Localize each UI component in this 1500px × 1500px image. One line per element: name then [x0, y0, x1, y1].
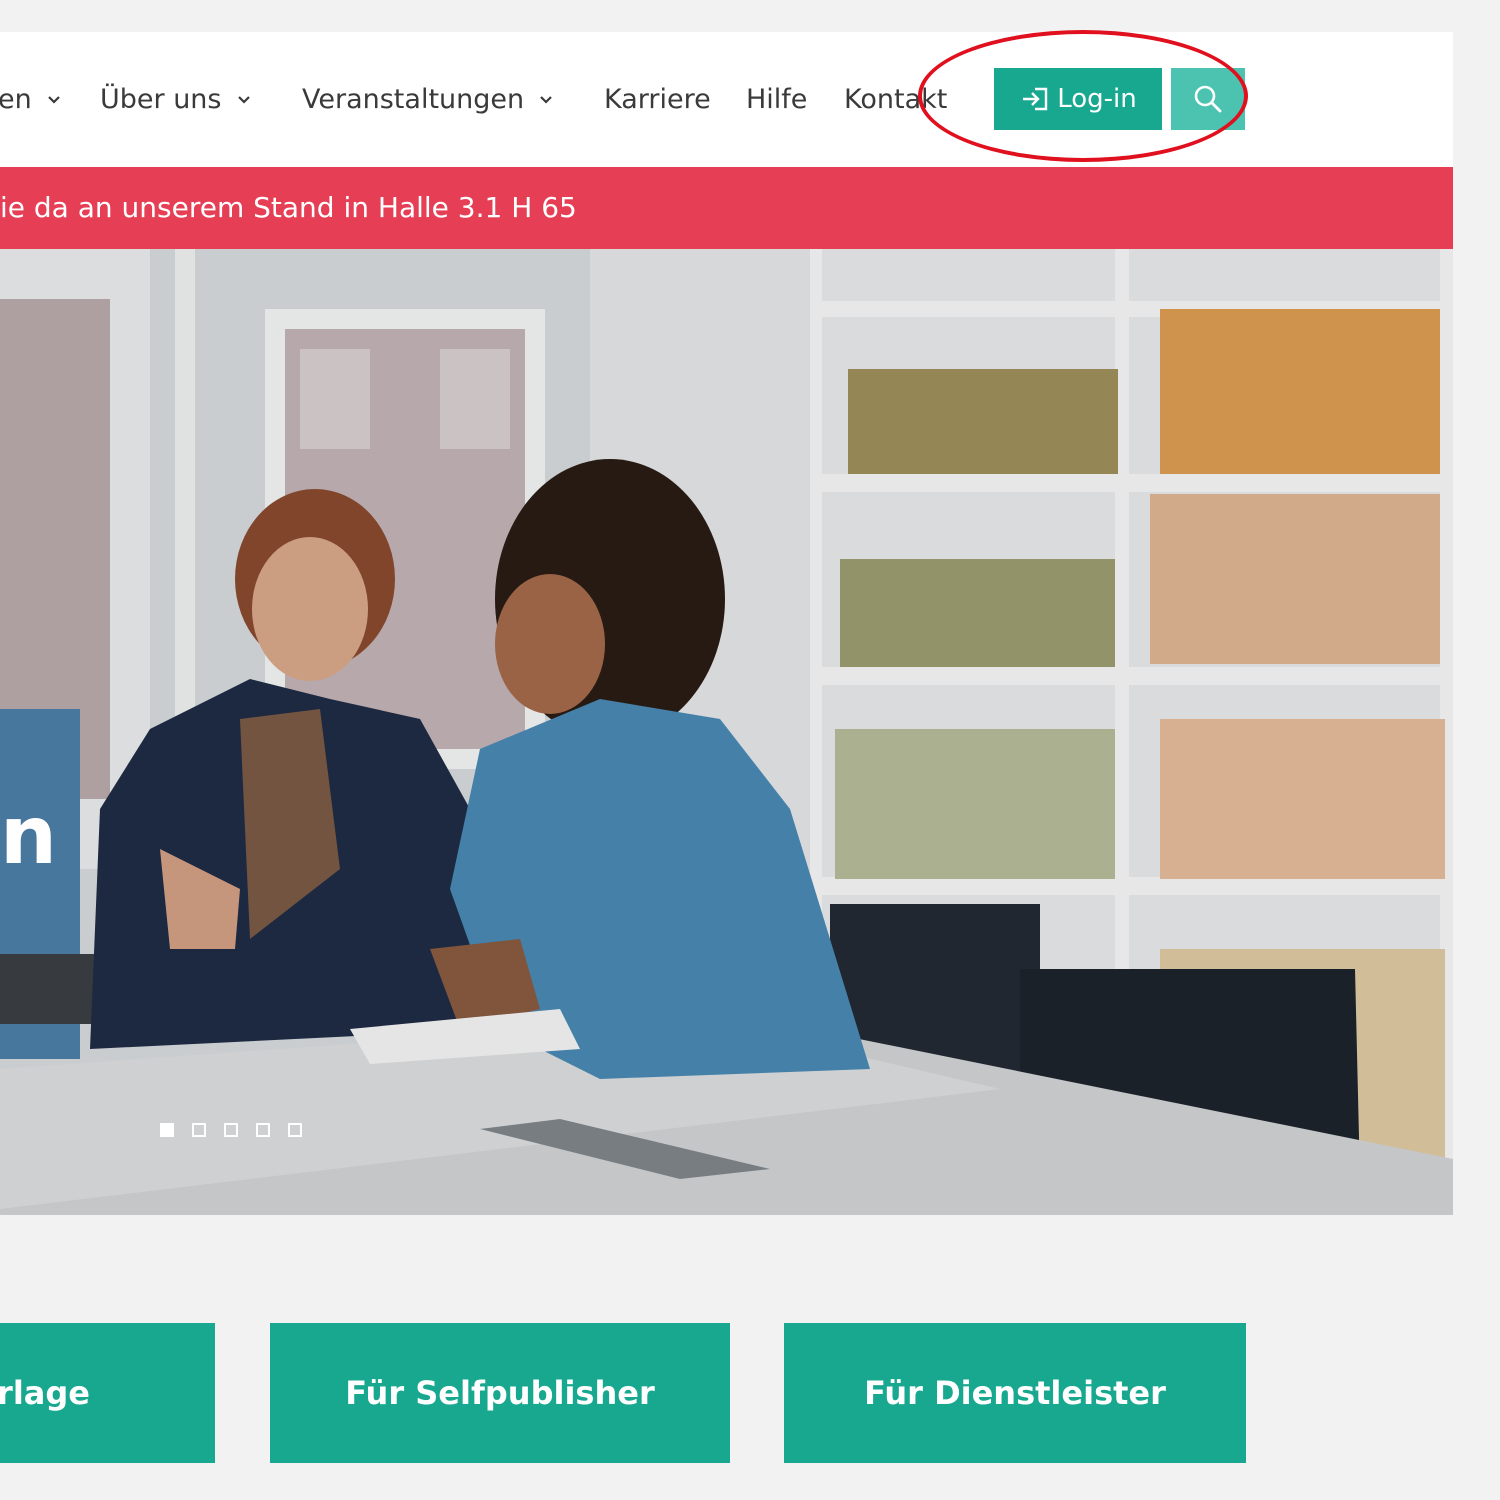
- chevron-down-icon: [540, 95, 552, 104]
- nav-item-label: Veranstaltungen: [302, 84, 525, 115]
- card-label: Für Selfpublisher: [345, 1374, 655, 1412]
- nav-item-label: en: [0, 84, 32, 115]
- nav-item-label: Hilfe: [746, 84, 808, 115]
- hero-image: [0, 249, 1453, 1215]
- nav-item-ueber-uns[interactable]: Über uns: [100, 32, 252, 167]
- site-header: en Über uns Veranstaltungen Karriere Hil…: [0, 32, 1453, 167]
- slide-indicator-1[interactable]: [160, 1123, 174, 1137]
- login-button[interactable]: Log-in: [994, 68, 1162, 130]
- chevron-down-icon: [237, 95, 250, 104]
- nav-item-partial[interactable]: en: [0, 32, 62, 167]
- hero-slider: [0, 249, 1453, 1215]
- login-arrow-icon: [1023, 87, 1048, 111]
- banner-text: ie da an unserem Stand in Halle 3.1 H 65: [0, 191, 577, 224]
- nav-item-label: Karriere: [604, 84, 711, 115]
- nav-item-hilfe[interactable]: Hilfe: [746, 32, 807, 167]
- nav-item-veranstaltungen[interactable]: Veranstaltungen: [302, 32, 554, 167]
- slide-indicator-2[interactable]: [192, 1123, 206, 1137]
- card-label: rlage: [0, 1374, 90, 1412]
- chevron-down-icon: [47, 95, 60, 104]
- card-dienstleister[interactable]: Für Dienstleister: [784, 1323, 1246, 1463]
- search-icon: [1194, 85, 1222, 113]
- slide-indicator-4[interactable]: [256, 1123, 270, 1137]
- login-label: Log-in: [1057, 84, 1137, 114]
- nav-item-kontakt[interactable]: Kontakt: [844, 32, 947, 167]
- slider-pagination: [160, 1123, 302, 1137]
- search-button[interactable]: [1171, 68, 1245, 130]
- slide-indicator-3[interactable]: [224, 1123, 238, 1137]
- card-label: Für Dienstleister: [864, 1374, 1166, 1412]
- card-selfpublisher[interactable]: Für Selfpublisher: [270, 1323, 730, 1463]
- announcement-banner[interactable]: ie da an unserem Stand in Halle 3.1 H 65: [0, 167, 1453, 249]
- hero-heading: n: [0, 789, 57, 882]
- nav-item-label: Kontakt: [844, 84, 948, 115]
- slide-indicator-5[interactable]: [288, 1123, 302, 1137]
- nav-item-karriere[interactable]: Karriere: [604, 32, 711, 167]
- nav-item-label: Über uns: [100, 84, 222, 115]
- card-verlage[interactable]: rlage: [0, 1323, 215, 1463]
